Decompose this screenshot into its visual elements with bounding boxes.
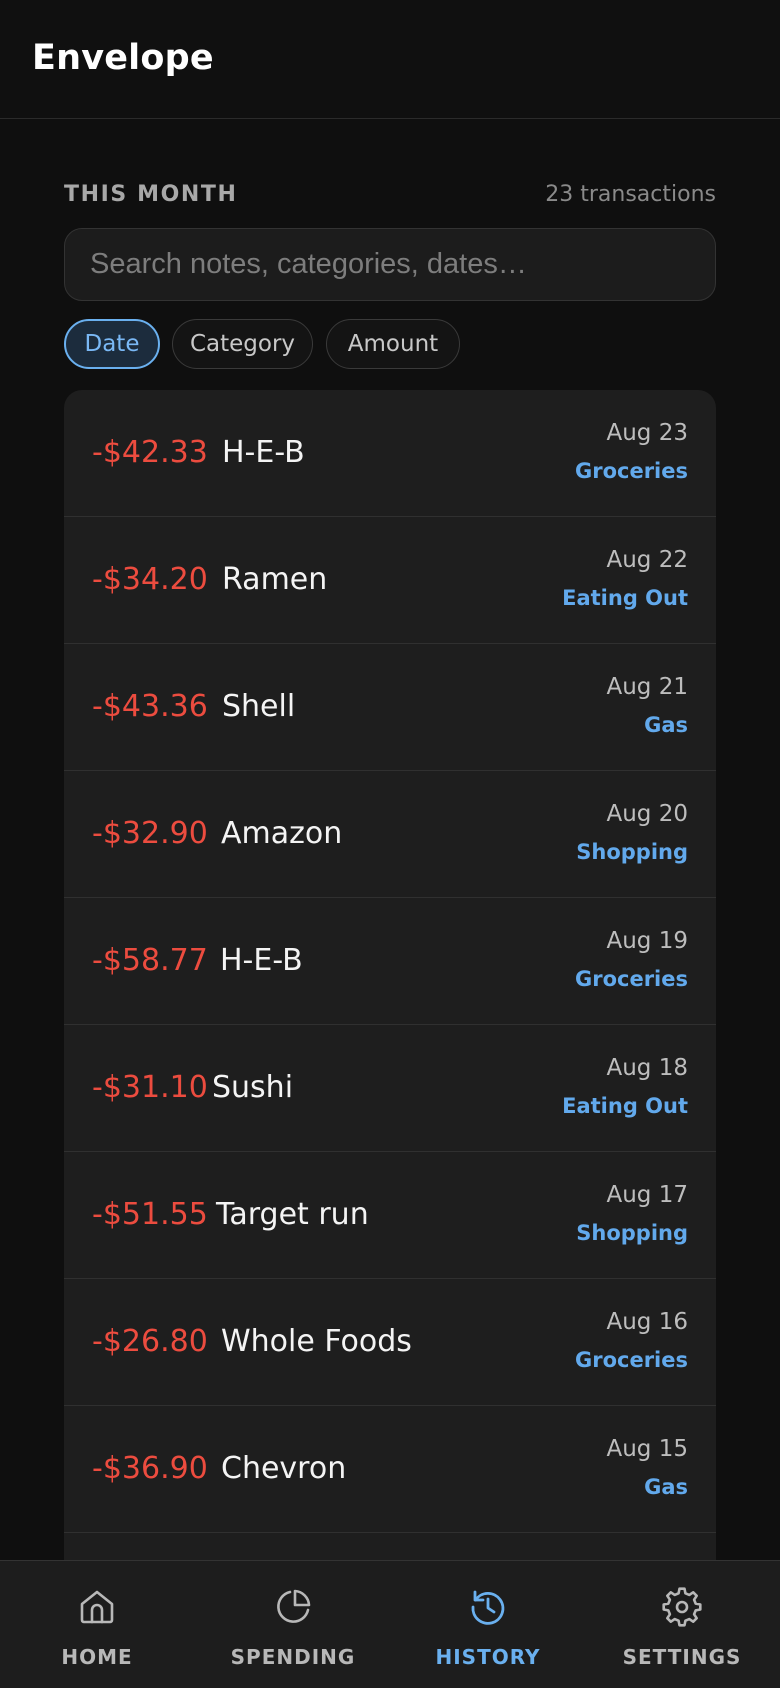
transaction-date: Aug 20 (606, 801, 689, 827)
transaction-category: Eating Out (562, 586, 688, 610)
transaction-list: -$42.33 H-E-B Aug 23 Groceries -$34.20 R… (64, 390, 716, 1688)
transaction-row[interactable]: -$58.77 H-E-B Aug 19 Groceries (64, 898, 716, 1025)
gear-icon (662, 1587, 702, 1627)
section-label: THIS MONTH (64, 182, 238, 207)
app-header: Envelope (0, 0, 780, 119)
nav-spending-label: SPENDING (230, 1645, 356, 1669)
transaction-category: Shopping (576, 1221, 688, 1245)
transaction-merchant: H-E-B (222, 435, 305, 470)
transaction-merchant: H-E-B (220, 943, 303, 978)
transaction-row[interactable]: -$36.90 Chevron Aug 15 Gas (64, 1406, 716, 1533)
transaction-amount: -$42.33 (92, 435, 208, 470)
nav-history[interactable]: HISTORY (427, 1561, 549, 1688)
transaction-amount: -$32.90 (92, 816, 208, 851)
transaction-amount: -$51.55 (92, 1197, 208, 1232)
transaction-merchant: Chevron (221, 1451, 347, 1486)
transaction-merchant: Ramen (222, 562, 328, 597)
transaction-merchant: Whole Foods (221, 1324, 412, 1359)
sort-chip-category[interactable]: Category (172, 319, 313, 369)
transaction-category: Shopping (576, 840, 688, 864)
transaction-merchant: Target run (216, 1197, 369, 1232)
transaction-category: Groceries (574, 967, 688, 991)
transaction-amount: -$43.36 (92, 689, 208, 724)
sort-chip-amount[interactable]: Amount (326, 319, 460, 369)
transaction-row[interactable]: -$43.36 Shell Aug 21 Gas (64, 644, 716, 771)
transaction-category: Groceries (574, 1348, 688, 1372)
transaction-merchant: Shell (222, 689, 296, 724)
transaction-row[interactable]: -$26.80 Whole Foods Aug 16 Groceries (64, 1279, 716, 1406)
transaction-date: Aug 17 (606, 1182, 689, 1208)
transaction-amount: -$58.77 (92, 943, 208, 978)
transaction-category: Groceries (574, 459, 688, 483)
pie-chart-icon (277, 1589, 311, 1623)
transaction-category: Eating Out (562, 1094, 688, 1118)
transaction-amount: -$34.20 (92, 562, 208, 597)
transaction-date: Aug 22 (606, 547, 689, 573)
transaction-amount: -$26.80 (92, 1324, 208, 1359)
transaction-row[interactable]: -$31.10 Sushi Aug 18 Eating Out (64, 1025, 716, 1152)
nav-history-label: HISTORY (435, 1645, 541, 1669)
transaction-date: Aug 16 (606, 1309, 689, 1335)
transaction-amount: -$31.10 (92, 1070, 208, 1105)
sort-chip-date[interactable]: Date (64, 319, 160, 369)
transaction-merchant: Sushi (212, 1070, 294, 1105)
nav-spending[interactable]: SPENDING (222, 1561, 364, 1688)
transaction-date: Aug 18 (606, 1055, 689, 1081)
nav-settings[interactable]: SETTINGS (618, 1561, 746, 1688)
bottom-nav: HOME SPENDING HISTORY SETTINGS (0, 1560, 780, 1688)
nav-home-label: HOME (61, 1645, 133, 1669)
transaction-merchant: Amazon (221, 816, 343, 851)
transaction-row[interactable]: -$34.20 Ramen Aug 22 Eating Out (64, 517, 716, 644)
transaction-category: Gas (644, 713, 688, 737)
transaction-count: 23 transactions (545, 182, 716, 207)
history-icon (471, 1590, 505, 1625)
transaction-row[interactable]: -$51.55 Target run Aug 17 Shopping (64, 1152, 716, 1279)
app-title: Envelope (32, 38, 214, 78)
app-screen: Envelope THIS MONTH 23 transactions Date… (0, 0, 780, 1688)
transaction-category: Gas (644, 1475, 688, 1499)
nav-settings-label: SETTINGS (622, 1645, 742, 1669)
home-icon (80, 1590, 114, 1624)
transaction-date: Aug 15 (606, 1436, 689, 1462)
transaction-row[interactable]: -$32.90 Amazon Aug 20 Shopping (64, 771, 716, 898)
transaction-amount: -$36.90 (92, 1451, 208, 1486)
search-input[interactable] (64, 228, 716, 301)
section-header: THIS MONTH 23 transactions (64, 180, 716, 212)
nav-home[interactable]: HOME (40, 1561, 154, 1688)
transaction-date: Aug 19 (606, 928, 689, 954)
transaction-date: Aug 23 (606, 420, 689, 446)
transaction-date: Aug 21 (606, 674, 689, 700)
transaction-row[interactable]: -$42.33 H-E-B Aug 23 Groceries (64, 390, 716, 517)
